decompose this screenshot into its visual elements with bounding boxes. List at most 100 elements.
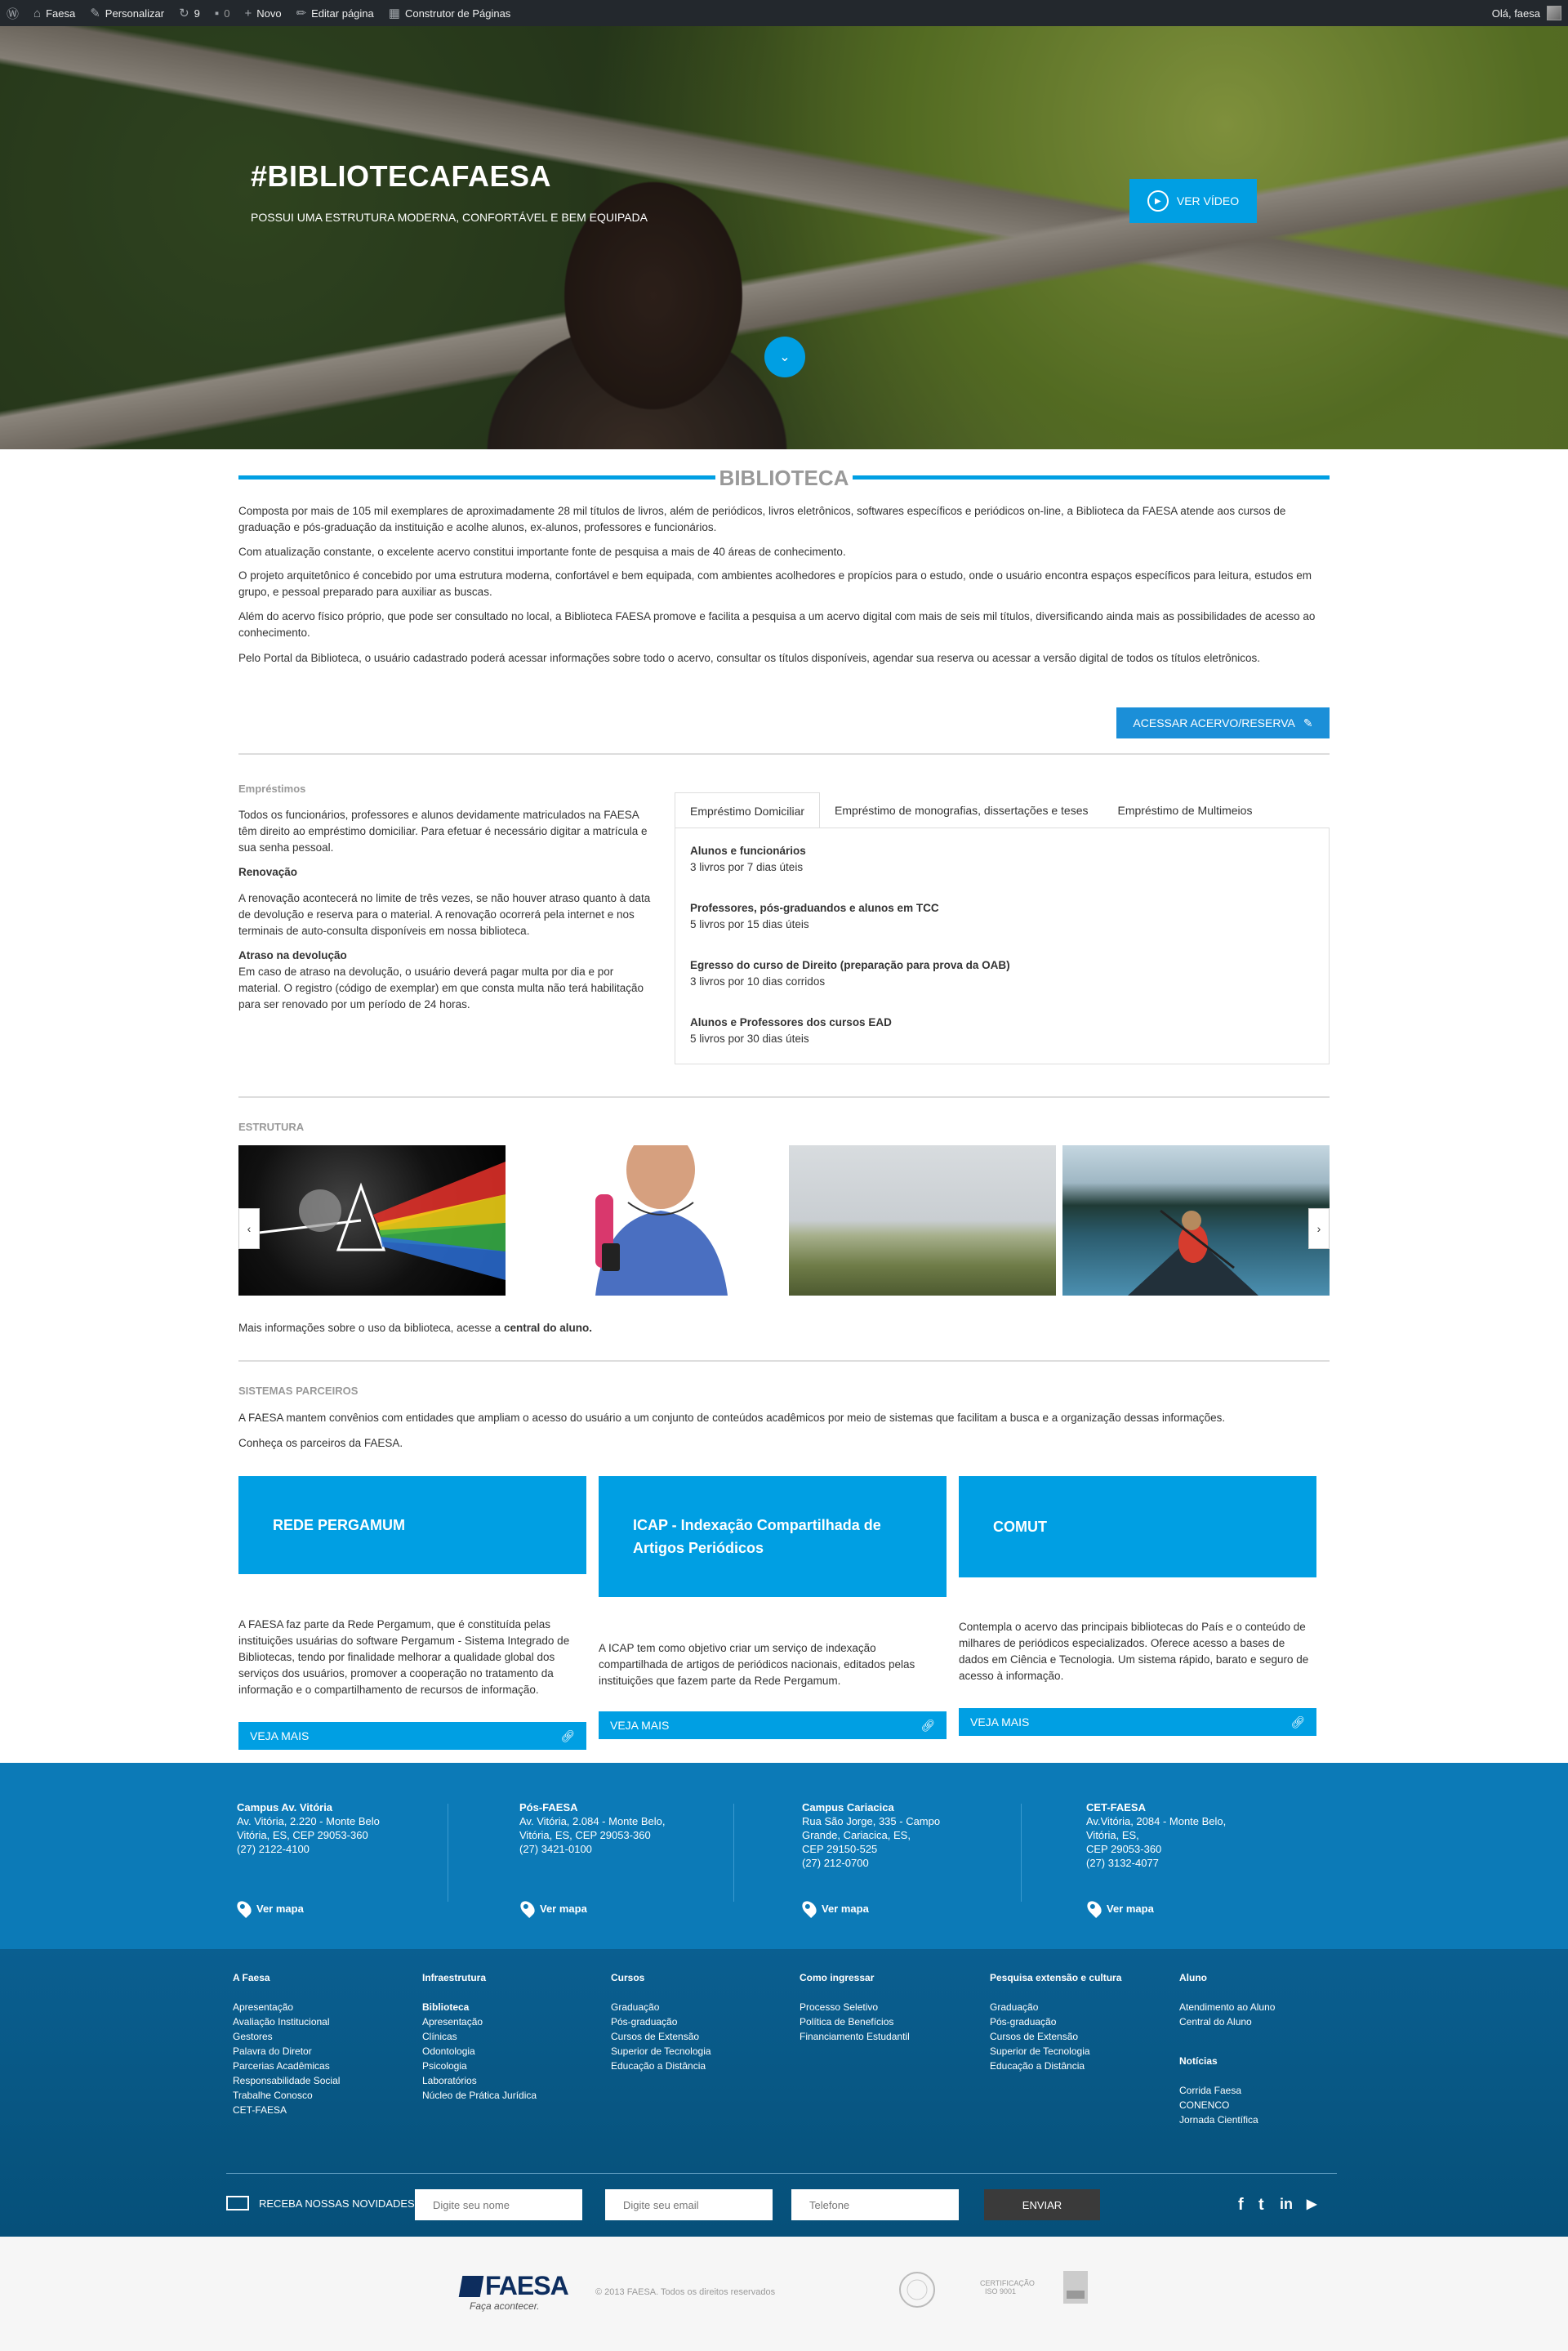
footer-link[interactable]: Educação a Distância	[611, 2059, 711, 2073]
refresh-icon: ↻	[179, 7, 189, 20]
footer-link[interactable]: Biblioteca	[422, 2000, 537, 2014]
page-builder-link[interactable]: ▦ Construtor de Páginas	[389, 6, 511, 20]
new-content-link[interactable]: + Novo	[244, 7, 281, 20]
avatar	[1547, 6, 1561, 20]
carousel-next-button[interactable]: ›	[1308, 1208, 1330, 1249]
footer-link[interactable]: Núcleo de Prática Jurídica	[422, 2088, 537, 2103]
partner-card-icap[interactable]: ICAP - Indexação Compartilhada de Artigo…	[599, 1476, 947, 1597]
footer-link[interactable]: Laboratórios	[422, 2073, 537, 2088]
heading-line-right	[853, 475, 1330, 480]
newsletter-phone-input[interactable]	[791, 2189, 959, 2220]
grid-icon: ▦	[388, 7, 400, 20]
hero-title: #BIBLIOTECAFAESA	[251, 159, 552, 193]
comments-link[interactable]: ▪ 0	[215, 7, 230, 20]
footer-link[interactable]: Política de Benefícios	[800, 2014, 910, 2029]
carousel-image-landscape[interactable]	[789, 1145, 1056, 1296]
footer-link[interactable]: CONENCO	[1179, 2098, 1275, 2112]
footer-link[interactable]: Atendimento ao Aluno	[1179, 2000, 1275, 2014]
partner-text-icap: A ICAP tem como objetivo criar um serviç…	[599, 1642, 915, 1687]
footer-link[interactable]: Corrida Faesa	[1179, 2083, 1275, 2098]
view-map-link[interactable]: Ver mapa	[234, 1898, 304, 1919]
campus-item: Campus Cariacica Rua São Jorge, 335 - Cam…	[802, 1801, 941, 1869]
tab-multimeios[interactable]: Empréstimo de Multimeios	[1103, 792, 1267, 828]
footer-link[interactable]: Odontologia	[422, 2044, 537, 2059]
footer-column-ingressar: Como ingressar Processo Seletivo Polític…	[800, 1972, 910, 2044]
edit-page-link[interactable]: ✏ Editar página	[296, 6, 374, 20]
account-menu[interactable]: Olá, faesa	[1492, 6, 1561, 20]
loan-rule: Egresso do curso de Direito (preparação …	[690, 959, 1010, 988]
see-more-button[interactable]: VEJA MAIS 🔗︎	[599, 1711, 947, 1739]
footer-link[interactable]: Apresentação	[233, 2000, 340, 2014]
tab-domiciliar[interactable]: Empréstimo Domiciliar	[675, 792, 821, 828]
loans-description: Todos os funcionários, professores e alu…	[238, 807, 655, 1013]
linkedin-icon[interactable]: in	[1280, 2196, 1293, 2213]
edit-icon: ✎	[1303, 716, 1313, 729]
carousel-image-canoe[interactable]	[1062, 1145, 1330, 1296]
footer-link[interactable]: CET-FAESA	[233, 2103, 340, 2117]
newsletter-name-input[interactable]	[415, 2189, 582, 2220]
structure-more-info: Mais informações sobre o uso da bibliote…	[238, 1322, 592, 1334]
footer-link[interactable]: Superior de Tecnologia	[611, 2044, 711, 2059]
admin-bar: Ⓦ ⌂ Faesa ✎ Personalizar ↻ 9 ▪ 0 + Novo ✏ Edit…	[0, 0, 1568, 26]
footer-link[interactable]: Graduação	[611, 2000, 711, 2014]
footer-link[interactable]: Parcerias Acadêmicas	[233, 2059, 340, 2073]
site-name-link[interactable]: ⌂ Faesa	[33, 7, 75, 20]
footer-link[interactable]: Jornada Científica	[1179, 2112, 1275, 2127]
footer-link[interactable]: Superior de Tecnologia	[990, 2044, 1121, 2059]
facebook-icon[interactable]: f	[1238, 2196, 1244, 2215]
late-return-text: Em caso de atraso na devolução, o usuári…	[238, 966, 644, 1010]
twitter-icon[interactable]: t	[1258, 2196, 1264, 2215]
see-more-button[interactable]: VEJA MAIS 🔗︎	[959, 1708, 1316, 1736]
plus-icon: +	[244, 6, 252, 20]
footer-link[interactable]: Central do Aluno	[1179, 2014, 1275, 2029]
footer-link[interactable]: Processo Seletivo	[800, 2000, 910, 2014]
footer-link[interactable]: Psicologia	[422, 2059, 537, 2073]
footer-link[interactable]: Pós-graduação	[611, 2014, 711, 2029]
footer-link[interactable]: Clínicas	[422, 2029, 537, 2044]
newsletter-email-input[interactable]	[605, 2189, 773, 2220]
pencil-icon: ✏	[296, 7, 307, 20]
carousel-image-prism[interactable]	[238, 1145, 506, 1296]
partners-intro: A FAESA mantem convênios com entidades q…	[238, 1412, 1226, 1424]
footer-link[interactable]: Trabalhe Conosco	[233, 2088, 340, 2103]
footer-link[interactable]: Pós-graduação	[990, 2014, 1121, 2029]
student-central-link[interactable]: central do aluno.	[504, 1322, 592, 1334]
partner-text-pergamum: A FAESA faz parte da Rede Pergamum, que …	[238, 1618, 570, 1696]
footer-column-pesquisa: Pesquisa extensão e cultura Graduação Pó…	[990, 1972, 1122, 2073]
footer-link[interactable]: Avaliação Institucional	[233, 2014, 340, 2029]
biblioteca-paragraph: Pelo Portal da Biblioteca, o usuário cad…	[238, 652, 1260, 664]
hero-subtitle: POSSUI UMA ESTRUTURA MODERNA, CONFORTÁVE…	[251, 211, 648, 224]
tab-monografias[interactable]: Empréstimo de monografias, dissertações …	[820, 792, 1102, 828]
partner-card-pergamum[interactable]: REDE PERGAMUM	[238, 1476, 586, 1574]
view-map-link[interactable]: Ver mapa	[517, 1898, 587, 1919]
footer-link[interactable]: Apresentação	[422, 2014, 537, 2029]
footer-link[interactable]: Cursos de Extensão	[990, 2029, 1121, 2044]
newsletter-submit-button[interactable]: ENVIAR	[984, 2189, 1100, 2220]
campus-item: Campus Av. Vitória Av. Vitória, 2.220 - M…	[237, 1801, 380, 1855]
watch-video-button[interactable]: ▶ VER VÍDEO	[1129, 179, 1257, 223]
carousel-prev-button[interactable]: ‹	[238, 1208, 260, 1249]
youtube-icon[interactable]: ▶	[1307, 2196, 1316, 2212]
faesa-logo[interactable]: FAESA	[458, 2271, 569, 2301]
see-more-button[interactable]: VEJA MAIS 🔗︎	[238, 1722, 586, 1750]
footer-link[interactable]: Cursos de Extensão	[611, 2029, 711, 2044]
customize-link[interactable]: ✎ Personalizar	[90, 6, 164, 20]
footer-link[interactable]: Graduação	[990, 2000, 1121, 2014]
footer-link[interactable]: Educação a Distância	[990, 2059, 1121, 2073]
wordpress-menu[interactable]: Ⓦ	[7, 5, 19, 22]
renewal-title: Renovação	[238, 866, 298, 878]
view-map-link[interactable]: Ver mapa	[799, 1898, 869, 1919]
divider	[238, 1096, 1330, 1098]
footer-link[interactable]: Palavra do Diretor	[233, 2044, 340, 2059]
footer-link[interactable]: Financiamento Estudantil	[800, 2029, 910, 2044]
partner-card-comut[interactable]: COMUT	[959, 1476, 1316, 1577]
carousel-image-student[interactable]	[514, 1145, 781, 1296]
loan-rule: Professores, pós-graduandos e alunos em …	[690, 902, 939, 930]
access-collection-button[interactable]: ACESSAR ACERVO/RESERVA ✎	[1116, 707, 1330, 738]
newsletter-label: RECEBA NOSSAS NOVIDADES	[226, 2196, 415, 2210]
view-map-link[interactable]: Ver mapa	[1084, 1898, 1154, 1919]
scroll-down-button[interactable]: ⌄	[764, 337, 805, 377]
footer-link[interactable]: Gestores	[233, 2029, 340, 2044]
footer-link[interactable]: Responsabilidade Social	[233, 2073, 340, 2088]
updates-link[interactable]: ↻ 9	[179, 6, 200, 20]
